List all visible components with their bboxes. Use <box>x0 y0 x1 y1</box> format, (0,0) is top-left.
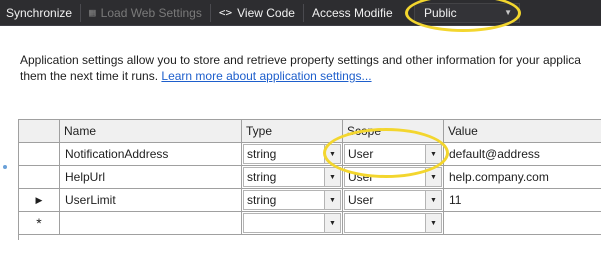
table-row: NotificationAddress string ▼ User ▼ defaul… <box>19 143 601 166</box>
column-header-scope[interactable]: Scope <box>343 120 444 143</box>
chevron-down-icon[interactable]: ▼ <box>324 145 340 163</box>
scope-cell[interactable]: User ▼ <box>343 189 444 212</box>
type-cell[interactable]: string ▼ <box>242 189 343 212</box>
chevron-down-icon[interactable]: ▼ <box>425 145 441 163</box>
name-cell[interactable] <box>60 212 242 235</box>
learn-more-link[interactable]: Learn more about application settings... <box>161 69 371 83</box>
toolbar-separator <box>302 3 304 22</box>
description-text-2: them the next time it runs. <box>20 69 159 83</box>
synchronize-label: Synchronize <box>6 5 73 20</box>
scope-value: User <box>348 170 374 184</box>
scope-cell[interactable]: User ▼ <box>343 143 444 166</box>
scope-dropdown[interactable]: User ▼ <box>344 190 442 210</box>
chevron-down-icon[interactable]: ▼ <box>324 191 340 209</box>
load-web-settings-label: Load Web Settings <box>100 5 202 20</box>
chevron-down-icon[interactable]: ▼ <box>324 168 340 186</box>
type-value: string <box>247 147 277 161</box>
scope-dropdown[interactable]: User ▼ <box>344 144 442 164</box>
type-value: string <box>247 193 277 207</box>
scope-cell[interactable]: ▼ <box>343 212 444 235</box>
setting-value: default@address <box>449 147 540 161</box>
row-header-corner <box>19 120 60 143</box>
column-header-label: Value <box>448 124 478 138</box>
new-row: * ▼ ▼ <box>19 212 601 235</box>
web-settings-icon: ▦ <box>89 6 96 19</box>
type-dropdown[interactable]: string ▼ <box>243 190 341 210</box>
column-header-value[interactable]: Value <box>444 120 601 143</box>
column-header-name[interactable]: Name <box>60 120 242 143</box>
value-cell[interactable]: 11 <box>444 189 601 212</box>
row-header[interactable] <box>19 166 60 189</box>
view-code-label: View Code <box>237 5 295 20</box>
column-header-label: Scope <box>347 124 382 138</box>
scope-value: User <box>348 147 374 161</box>
scope-dropdown[interactable]: User ▼ <box>344 167 442 187</box>
value-cell[interactable]: default@address <box>444 143 601 166</box>
setting-value: 11 <box>449 193 462 207</box>
name-cell[interactable]: HelpUrl <box>60 166 242 189</box>
setting-name: HelpUrl <box>65 170 106 184</box>
type-dropdown[interactable]: string ▼ <box>243 144 341 164</box>
row-arrow-icon: ▶ <box>35 194 43 205</box>
new-row-indicator[interactable]: * <box>19 212 60 235</box>
access-modifier-label: Access Modifie <box>306 0 399 26</box>
type-dropdown[interactable]: string ▼ <box>243 167 341 187</box>
type-value: string <box>247 170 277 184</box>
table-row: HelpUrl string ▼ User ▼ help.company.com <box>19 166 601 189</box>
access-modifier-text: Access Modifie <box>311 5 393 20</box>
row-header[interactable] <box>19 143 60 166</box>
scope-value: User <box>348 193 374 207</box>
value-cell[interactable]: help.company.com <box>444 166 601 189</box>
chevron-down-icon: ▼ <box>504 8 512 17</box>
setting-name: UserLimit <box>65 193 116 207</box>
current-row-indicator[interactable]: ▶ <box>19 189 60 212</box>
value-cell[interactable] <box>444 212 601 235</box>
toolbar-separator <box>209 3 211 22</box>
chevron-down-icon[interactable]: ▼ <box>324 214 340 232</box>
chevron-down-icon[interactable]: ▼ <box>425 191 441 209</box>
name-cell[interactable]: NotificationAddress <box>60 143 242 166</box>
edge-marker <box>3 165 7 169</box>
settings-grid: Name Type Scope Value NotificationAddres… <box>18 119 601 240</box>
type-cell[interactable]: string ▼ <box>242 143 343 166</box>
chevron-down-icon[interactable]: ▼ <box>425 214 441 232</box>
column-header-type[interactable]: Type <box>242 120 343 143</box>
description-text: Application settings allow you to store … <box>20 53 581 67</box>
column-header-label: Type <box>246 124 273 138</box>
synchronize-button[interactable]: Synchronize <box>0 0 78 26</box>
view-code-button[interactable]: <> View Code <box>213 0 301 26</box>
settings-description: Application settings allow you to store … <box>20 52 601 84</box>
type-cell[interactable]: ▼ <box>242 212 343 235</box>
setting-name: NotificationAddress <box>65 147 169 161</box>
scope-dropdown[interactable]: ▼ <box>344 213 442 233</box>
name-cell[interactable]: UserLimit <box>60 189 242 212</box>
setting-value: help.company.com <box>449 170 549 184</box>
column-header-label: Name <box>64 124 97 138</box>
scope-cell[interactable]: User ▼ <box>343 166 444 189</box>
code-icon: <> <box>218 6 233 19</box>
load-web-settings-button[interactable]: ▦ Load Web Settings <box>83 0 208 26</box>
table-row: ▶ UserLimit string ▼ User ▼ 11 <box>19 189 601 212</box>
type-dropdown[interactable]: ▼ <box>243 213 341 233</box>
asterisk-icon: * <box>36 215 42 231</box>
grid-header-row: Name Type Scope Value <box>19 120 601 143</box>
chevron-down-icon[interactable]: ▼ <box>425 168 441 186</box>
access-modifier-value: Public <box>424 6 457 20</box>
toolbar-separator <box>80 3 82 22</box>
type-cell[interactable]: string ▼ <box>242 166 343 189</box>
access-modifier-dropdown[interactable]: Public ▼ <box>414 3 520 23</box>
